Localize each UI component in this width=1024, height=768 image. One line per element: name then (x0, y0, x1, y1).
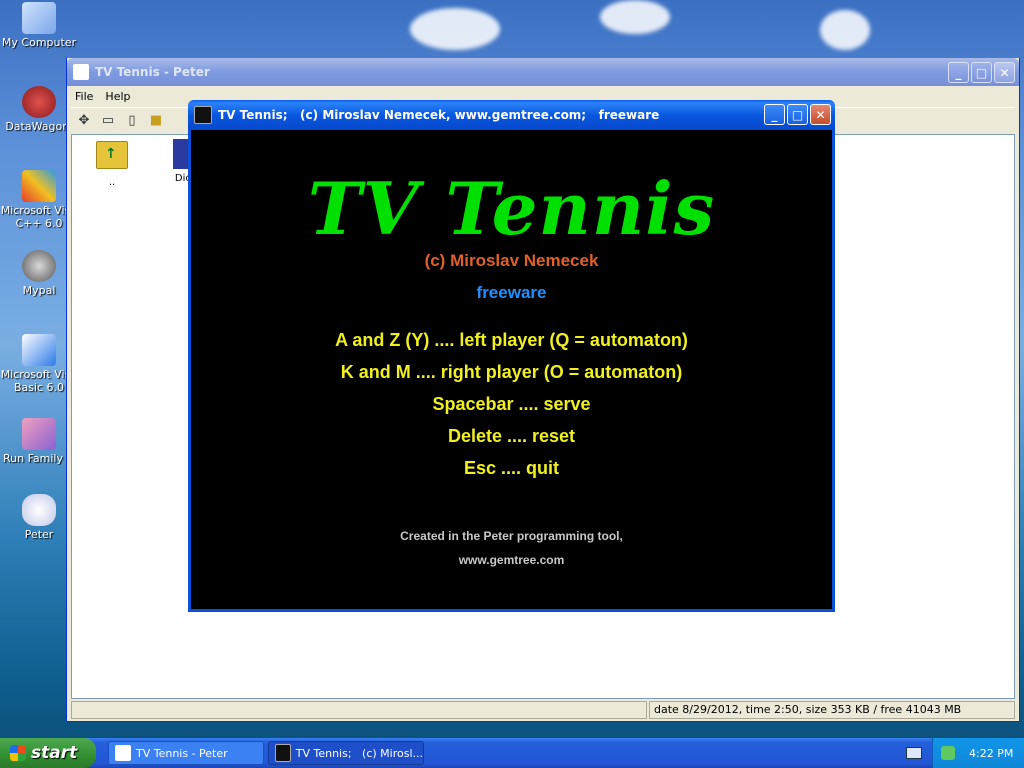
file-item-label: .. (108, 177, 116, 188)
control-line: Delete .... reset (447, 426, 576, 446)
game-screen[interactable]: TV Tennis (c) Miroslav Nemecek freeware … (191, 130, 832, 609)
taskbar-item-label: TV Tennis - Peter (136, 746, 228, 760)
clock[interactable]: 4:22 PM (969, 747, 1013, 760)
game-author: (c) Miroslav Nemecek (424, 251, 599, 270)
control-line: Esc .... quit (463, 458, 560, 478)
start-label: start (31, 743, 78, 763)
footer-credit: Created in the Peter programming tool, (400, 529, 623, 543)
open-folder-icon[interactable]: ▭ (99, 112, 117, 128)
maximize-button[interactable]: □ (971, 62, 992, 83)
rabbit-icon (73, 64, 89, 80)
peter-window-title: TV Tennis - Peter (95, 65, 210, 79)
visual-cpp-icon (22, 170, 56, 202)
game-license: freeware (476, 283, 547, 302)
desktop-icon-my-computer[interactable]: My Computer (0, 2, 78, 49)
taskbar-item-label: TV Tennis; (c) Mirosl... (295, 746, 423, 760)
menu-help[interactable]: Help (101, 88, 134, 105)
network-icon[interactable] (941, 746, 955, 760)
footer-url: www.gemtree.com (458, 553, 565, 567)
datawagon-icon (22, 86, 56, 118)
keyboard-icon[interactable] (906, 747, 922, 759)
rabbit-icon (115, 745, 131, 761)
game-title: TV Tennis (307, 166, 716, 251)
desktop-icon-label: My Computer (1, 36, 77, 49)
parent-folder-icon: ↑ (96, 141, 128, 169)
taskbar-item-peter[interactable]: TV Tennis - Peter (108, 741, 264, 765)
status-bar: date 8/29/2012, time 2:50, size 353 KB /… (71, 701, 1015, 719)
status-pane-left (71, 701, 647, 719)
status-text: date 8/29/2012, time 2:50, size 353 KB /… (649, 701, 1015, 719)
start-button[interactable]: start (0, 738, 96, 768)
visual-basic-icon (22, 334, 56, 366)
close-button[interactable]: ✕ (810, 104, 831, 125)
family-icon (22, 418, 56, 450)
tv-tennis-window: TV Tennis; (c) Miroslav Nemecek, www.gem… (188, 100, 835, 612)
folder-icon[interactable]: ■ (147, 112, 165, 128)
tennis-icon (194, 106, 212, 124)
new-file-icon[interactable]: ▯ (123, 112, 141, 128)
close-button[interactable]: ✕ (994, 62, 1015, 83)
control-line: Spacebar .... serve (432, 394, 591, 414)
maximize-button[interactable]: □ (787, 104, 808, 125)
windows-flag-icon (10, 745, 26, 761)
tv-title-bar[interactable]: TV Tennis; (c) Miroslav Nemecek, www.gem… (188, 100, 835, 130)
taskbar: start TV Tennis - Peter TV Tennis; (c) M… (0, 738, 1024, 768)
menu-file[interactable]: File (71, 88, 97, 105)
rabbit-icon (22, 494, 56, 526)
tv-window-title: TV Tennis; (c) Miroslav Nemecek, www.gem… (218, 108, 660, 122)
system-tray: 4:22 PM (932, 738, 1024, 768)
tennis-icon (275, 744, 291, 762)
taskbar-item-tv-tennis[interactable]: TV Tennis; (c) Mirosl... (268, 741, 424, 765)
raccoon-icon (22, 250, 56, 282)
run-icon[interactable]: ✥ (75, 112, 93, 128)
control-line: A and Z (Y) .... left player (Q = automa… (335, 330, 688, 350)
computer-icon (22, 2, 56, 34)
minimize-button[interactable]: _ (764, 104, 785, 125)
peter-title-bar[interactable]: TV Tennis - Peter _ □ ✕ (67, 58, 1019, 86)
control-line: K and M .... right player (O = automaton… (340, 362, 683, 382)
file-item-parent[interactable]: ↑ .. (84, 141, 140, 188)
minimize-button[interactable]: _ (948, 62, 969, 83)
